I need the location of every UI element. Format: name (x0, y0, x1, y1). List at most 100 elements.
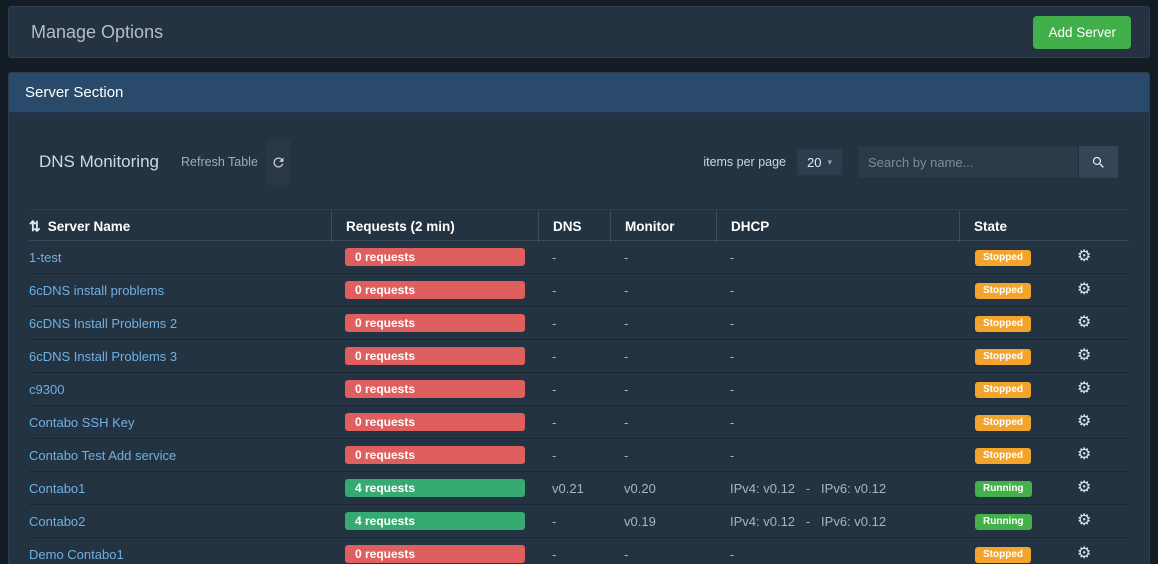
add-server-button[interactable]: Add Server (1033, 16, 1131, 49)
th-server-name-label: Server Name (48, 219, 131, 234)
dhcp-cell: - (716, 415, 959, 430)
gear-icon[interactable]: ⚙ (1077, 414, 1091, 430)
state-badge: Running (975, 481, 1032, 497)
state-badge: Stopped (975, 382, 1031, 398)
page-title: Manage Options (31, 22, 163, 43)
gear-icon[interactable]: ⚙ (1077, 546, 1091, 562)
table-row: Contabo1 4 requests v0.21 v0.20 IPv4: v0… (29, 472, 1129, 505)
dns-cell: - (538, 382, 610, 397)
dhcp-cell: - (716, 250, 959, 265)
state-badge: Running (975, 514, 1032, 530)
search-icon (1091, 155, 1106, 170)
state-badge: Stopped (975, 283, 1031, 299)
chevron-down-icon: ▾ (827, 158, 832, 167)
items-per-page-label: items per page (703, 155, 786, 169)
dhcp-cell: - (716, 382, 959, 397)
dhcp-cell: IPv4: v0.12 - IPv6: v0.12 (716, 481, 959, 496)
gear-icon[interactable]: ⚙ (1077, 480, 1091, 496)
dns-cell: - (538, 514, 610, 529)
dns-cell: - (538, 250, 610, 265)
dns-cell: - (538, 415, 610, 430)
dhcp-cell: - (716, 547, 959, 562)
panel-body: DNS Monitoring Refresh Table items per p… (9, 113, 1149, 564)
dhcp-cell: - (716, 448, 959, 463)
dns-cell: - (538, 316, 610, 331)
dns-cell: - (538, 283, 610, 298)
requests-badge: 0 requests (345, 446, 525, 464)
table-row: Contabo2 4 requests - v0.19 IPv4: v0.12 … (29, 505, 1129, 538)
monitor-cell: v0.19 (610, 514, 716, 529)
table-row: c9300 0 requests - - - Stopped ⚙ (29, 373, 1129, 406)
sort-icon[interactable]: ⇅ (29, 218, 41, 235)
requests-badge: 0 requests (345, 248, 525, 266)
state-badge: Stopped (975, 316, 1031, 332)
requests-badge: 0 requests (345, 413, 525, 431)
server-name-link[interactable]: Contabo Test Add service (29, 448, 176, 463)
gear-icon[interactable]: ⚙ (1077, 315, 1091, 331)
table-row: Contabo Test Add service 0 requests - - … (29, 439, 1129, 472)
dhcp-cell: - (716, 283, 959, 298)
server-name-link[interactable]: Demo Contabo1 (29, 547, 124, 562)
requests-badge: 0 requests (345, 545, 525, 563)
th-monitor: Monitor (610, 210, 716, 242)
monitor-cell: - (610, 547, 716, 562)
dns-cell: - (538, 349, 610, 364)
dhcp-cell: - (716, 316, 959, 331)
gear-icon[interactable]: ⚙ (1077, 348, 1091, 364)
search-button[interactable] (1079, 145, 1119, 179)
gear-icon[interactable]: ⚙ (1077, 381, 1091, 397)
th-server-name: ⇅ Server Name (29, 210, 331, 242)
items-per-page-value: 20 (807, 155, 821, 170)
requests-badge: 0 requests (345, 380, 525, 398)
th-dhcp: DHCP (716, 210, 959, 242)
search-input[interactable] (857, 145, 1079, 179)
requests-badge: 0 requests (345, 314, 525, 332)
refresh-icon (271, 155, 286, 170)
table-toolbar: DNS Monitoring Refresh Table items per p… (9, 139, 1149, 185)
server-name-link[interactable]: Contabo SSH Key (29, 415, 135, 430)
dns-cell: - (538, 547, 610, 562)
th-dns: DNS (538, 210, 610, 242)
server-section-panel: Server Section DNS Monitoring Refresh Ta… (8, 72, 1150, 564)
monitor-cell: - (610, 250, 716, 265)
gear-icon[interactable]: ⚙ (1077, 447, 1091, 463)
server-name-link[interactable]: 6cDNS Install Problems 3 (29, 349, 177, 364)
server-name-link[interactable]: Contabo1 (29, 481, 85, 496)
dhcp-cell: - (716, 349, 959, 364)
state-badge: Stopped (975, 415, 1031, 431)
server-name-link[interactable]: 6cDNS install problems (29, 283, 164, 298)
requests-badge: 4 requests (345, 479, 525, 497)
top-bar: Manage Options Add Server (8, 6, 1150, 58)
requests-badge: 4 requests (345, 512, 525, 530)
server-name-link[interactable]: c9300 (29, 382, 64, 397)
gear-icon[interactable]: ⚙ (1077, 513, 1091, 529)
monitor-cell: - (610, 382, 716, 397)
gear-icon[interactable]: ⚙ (1077, 249, 1091, 265)
th-requests: Requests (2 min) (331, 210, 538, 242)
state-badge: Stopped (975, 547, 1031, 563)
dns-monitoring-title: DNS Monitoring (39, 152, 159, 172)
table-body: 1-test 0 requests - - - Stopped ⚙ 6cDNS … (29, 241, 1129, 564)
items-per-page-select[interactable]: 20 ▾ (796, 148, 843, 176)
state-badge: Stopped (975, 250, 1031, 266)
th-actions (1061, 210, 1129, 242)
state-badge: Stopped (975, 349, 1031, 365)
gear-icon[interactable]: ⚙ (1077, 282, 1091, 298)
table-row: 6cDNS install problems 0 requests - - - … (29, 274, 1129, 307)
monitor-cell: v0.20 (610, 481, 716, 496)
state-badge: Stopped (975, 448, 1031, 464)
dns-monitoring-table: ⇅ Server Name Requests (2 min) DNS Monit… (9, 209, 1149, 564)
monitor-cell: - (610, 283, 716, 298)
monitor-cell: - (610, 316, 716, 331)
refresh-table-label: Refresh Table (181, 155, 258, 169)
dns-cell: v0.21 (538, 481, 610, 496)
refresh-button[interactable] (266, 139, 291, 185)
server-name-link[interactable]: 6cDNS Install Problems 2 (29, 316, 177, 331)
requests-badge: 0 requests (345, 347, 525, 365)
toolbar-left: DNS Monitoring Refresh Table (39, 139, 291, 185)
monitor-cell: - (610, 415, 716, 430)
server-name-link[interactable]: 1-test (29, 250, 62, 265)
dns-cell: - (538, 448, 610, 463)
requests-badge: 0 requests (345, 281, 525, 299)
server-name-link[interactable]: Contabo2 (29, 514, 85, 529)
